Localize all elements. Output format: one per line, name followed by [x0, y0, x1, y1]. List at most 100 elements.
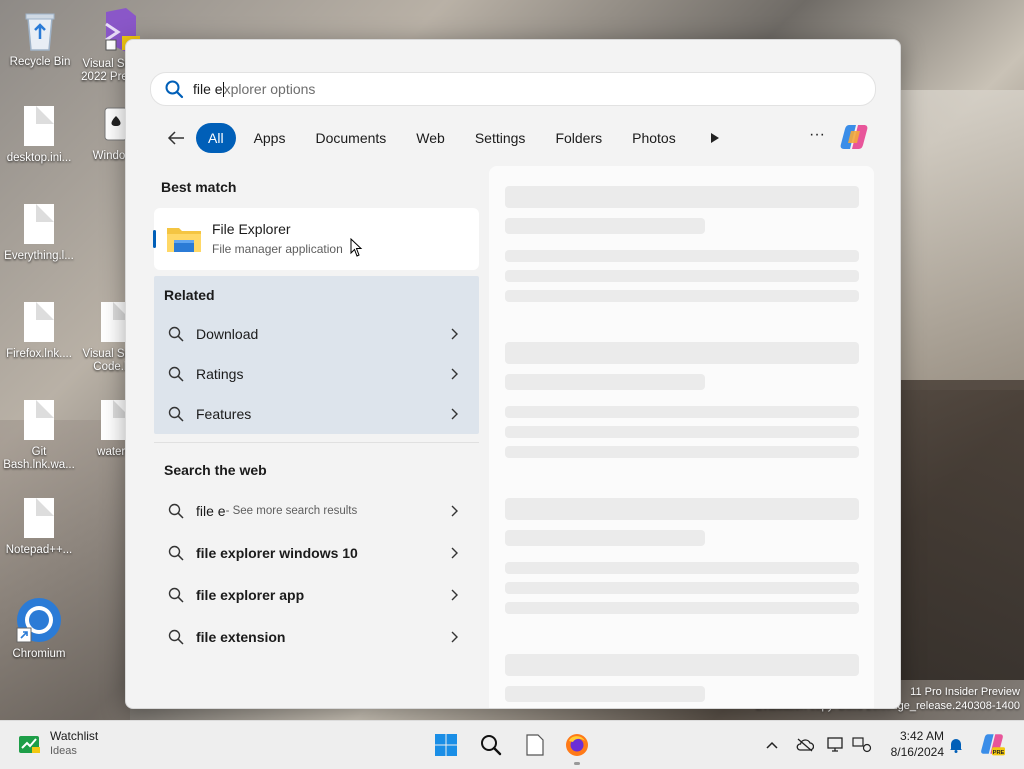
- chevron-right-icon: [451, 328, 458, 340]
- stock-chart-icon: [19, 736, 40, 753]
- document-icon: [24, 204, 54, 244]
- related-item-label: Ratings: [196, 366, 244, 382]
- skeleton-bar: [505, 686, 705, 702]
- search-icon: [168, 326, 184, 342]
- desktop-icon-notepad[interactable]: Notepad++...: [1, 498, 77, 557]
- chevron-right-icon: [451, 368, 458, 380]
- search-box[interactable]: file e xplorer options: [150, 72, 876, 106]
- onedrive-tray-button[interactable]: [795, 735, 815, 755]
- search-icon: [168, 545, 184, 561]
- search-icon: [168, 366, 184, 382]
- skeleton-bar: [505, 562, 859, 574]
- desktop-icon-everything[interactable]: Everything.l...: [1, 204, 77, 263]
- desktop-icon-git-bash[interactable]: Git Bash.lnk.wa...: [1, 400, 77, 472]
- web-result-file-explorer-app[interactable]: file explorer app: [154, 575, 479, 615]
- desktop-icon-recycle-bin[interactable]: Recycle Bin: [2, 8, 78, 69]
- filter-tab-settings[interactable]: Settings: [463, 123, 538, 153]
- best-match-heading: Best match: [161, 179, 237, 195]
- monitor-icon: [827, 737, 843, 752]
- skeleton-bar: [505, 250, 859, 262]
- best-match-result[interactable]: File Explorer File manager application: [153, 208, 479, 270]
- filter-tab-photos[interactable]: Photos: [620, 123, 688, 153]
- skeleton-bar: [505, 406, 859, 418]
- filter-tab-web[interactable]: Web: [404, 123, 457, 153]
- chevron-right-icon: [451, 631, 458, 643]
- web-result-file-e[interactable]: file e - See more search results: [154, 491, 479, 531]
- document-icon: [24, 400, 54, 440]
- copilot-icon[interactable]: [838, 121, 870, 153]
- skeleton-bar: [505, 498, 859, 520]
- desktop-icon-firefox-lnk[interactable]: Firefox.lnk....: [1, 302, 77, 361]
- widgets-button[interactable]: Watchlist Ideas: [18, 729, 98, 757]
- skeleton-bar: [505, 290, 859, 302]
- web-result-file-explorer-windows-10[interactable]: file explorer windows 10: [154, 533, 479, 573]
- desktop-icon-label: Notepad++...: [5, 544, 73, 556]
- filter-tab-folders[interactable]: Folders: [543, 123, 614, 153]
- notifications-button[interactable]: [946, 735, 966, 755]
- widget-subtitle: Ideas: [50, 745, 77, 757]
- clock[interactable]: 3:42 AM 8/16/2024: [880, 728, 944, 760]
- filter-tab-all[interactable]: All: [196, 123, 236, 153]
- desktop-icon-label: Firefox.lnk....: [6, 348, 72, 360]
- related-item-ratings[interactable]: Ratings: [154, 354, 479, 394]
- filter-tab-documents[interactable]: Documents: [303, 123, 398, 153]
- desktop-icon-desktop-ini[interactable]: desktop.ini...: [1, 106, 77, 165]
- search-icon: [481, 735, 502, 756]
- desktop-icon-chromium[interactable]: Chromium: [1, 596, 77, 661]
- web-result-file-extension[interactable]: file extension: [154, 617, 479, 657]
- network-volume-tray-button[interactable]: [852, 735, 872, 755]
- taskbar: Watchlist Ideas 3:42 AM 8/16/2024 PRE: [0, 720, 1024, 769]
- selection-indicator: [153, 230, 156, 248]
- related-item-download[interactable]: Download: [154, 314, 479, 354]
- desktop-icon-label: Recycle Bin: [9, 56, 71, 68]
- recycle-bin-icon: [25, 13, 55, 51]
- document-icon: [24, 106, 54, 146]
- copilot-taskbar-button[interactable]: PRE: [976, 728, 1008, 760]
- skeleton-bar: [505, 426, 859, 438]
- show-hidden-icons-button[interactable]: [762, 735, 782, 755]
- skeleton-bar: [505, 270, 859, 282]
- play-icon: [710, 133, 719, 143]
- related-heading: Related: [164, 287, 215, 303]
- document-icon: [24, 302, 54, 342]
- wallpaper-region: [900, 380, 1024, 680]
- taskbar-firefox-button[interactable]: [561, 729, 593, 761]
- related-item-features[interactable]: Features: [154, 394, 479, 434]
- chromium-icon: [16, 598, 61, 643]
- running-indicator: [574, 762, 580, 765]
- filter-tab-apps[interactable]: Apps: [242, 123, 298, 153]
- display-tray-button[interactable]: [826, 735, 846, 755]
- desktop-icon-label: Git Bash.lnk.wa...: [3, 446, 75, 471]
- related-section: Related Download Ratings Features: [154, 276, 479, 434]
- back-button[interactable]: [162, 124, 190, 152]
- taskbar-notepad-button[interactable]: [519, 729, 551, 761]
- web-result-query: file e: [196, 503, 226, 519]
- related-item-label: Download: [196, 326, 259, 342]
- web-result-query: file extension: [196, 629, 286, 645]
- chevron-right-icon: [451, 547, 458, 559]
- document-icon: [24, 498, 54, 538]
- wallpaper-region: [890, 90, 1024, 390]
- taskbar-search-button[interactable]: [475, 729, 507, 761]
- more-filters-button[interactable]: [702, 123, 728, 153]
- windows-logo-icon: [435, 734, 457, 756]
- clock-date: 8/16/2024: [890, 745, 944, 759]
- search-icon: [165, 80, 184, 99]
- more-options-button[interactable]: ···: [806, 126, 828, 148]
- skeleton-bar: [505, 446, 859, 458]
- skeleton-bar: [505, 342, 859, 364]
- search-input-text[interactable]: file e: [193, 81, 223, 97]
- search-web-heading: Search the web: [164, 462, 267, 478]
- chevron-up-icon: [766, 741, 778, 749]
- result-name: File Explorer: [212, 221, 291, 237]
- desktop-icon-label: Chromium: [12, 648, 66, 660]
- cloud-offline-icon: [796, 738, 814, 752]
- search-icon: [168, 587, 184, 603]
- back-arrow-icon: [167, 131, 184, 145]
- start-button[interactable]: [430, 729, 462, 761]
- widget-title: Watchlist: [50, 729, 99, 743]
- search-filter-bar: All Apps Documents Web Settings Folders …: [162, 122, 728, 154]
- section-divider: [154, 442, 479, 443]
- related-item-label: Features: [196, 406, 252, 422]
- skeleton-bar: [505, 654, 859, 676]
